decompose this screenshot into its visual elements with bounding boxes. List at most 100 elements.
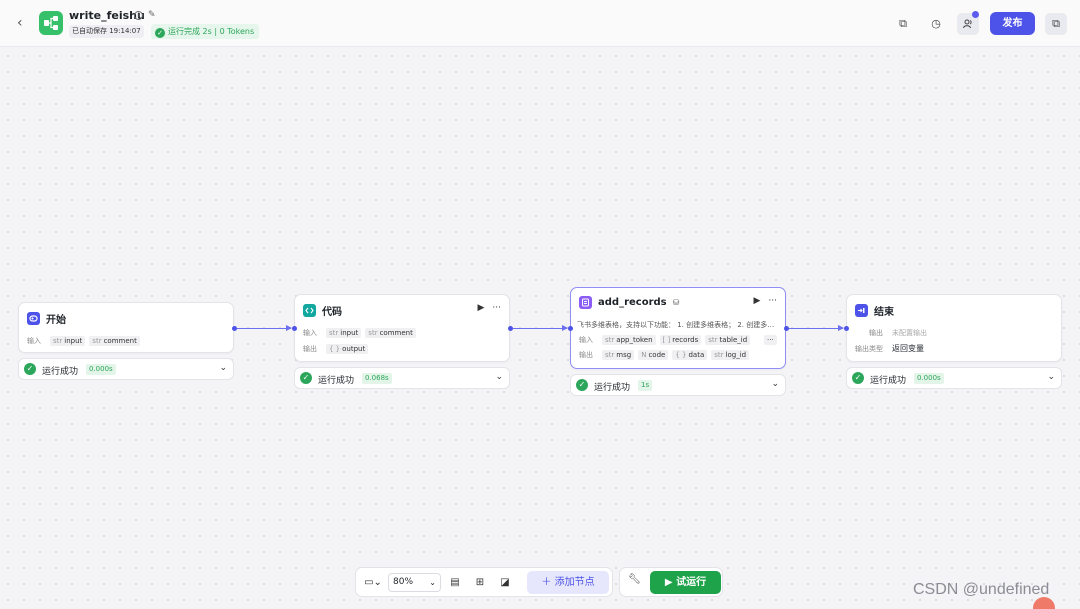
add-records-node[interactable]: add_records ⛁ ▶ ··· 飞书多维表格，支持以下功能： 1. 创建… (568, 287, 789, 369)
input-port[interactable] (568, 326, 573, 331)
var-tag: str input (326, 328, 362, 338)
start-node[interactable]: 开始 输入 str input str comment (18, 302, 237, 353)
input-label: 输入 (27, 337, 41, 345)
avatar (1033, 597, 1055, 609)
end-output-row: 输出 未配置输出 (869, 328, 927, 338)
duplicate-icon[interactable]: ⧉ (1045, 13, 1067, 35)
input-label: 输入 (579, 336, 593, 344)
add-records-node-title: add_records ⛁ (579, 296, 679, 309)
code-icon (303, 304, 316, 317)
back-arrow-icon[interactable]: ‹ (17, 15, 31, 31)
publish-button[interactable]: 发布 (990, 12, 1035, 35)
collaborators-button[interactable] (957, 11, 979, 35)
success-check-icon: ✓ (852, 372, 864, 384)
history-icon[interactable]: ◷ (925, 13, 947, 35)
watermark: CSDN @undefined (913, 581, 1050, 598)
code-input-row: 输入 str input str comment (303, 328, 416, 338)
copy-icon[interactable]: ⧉ (892, 13, 914, 35)
success-check-icon: ✓ (24, 363, 36, 375)
success-check-icon: ✓ (576, 379, 588, 391)
result-time-badge: 0.000s (86, 364, 116, 375)
output-label: 输出 (303, 345, 317, 353)
top-header: ‹ write_feishu i ✎ 已自动保存 19:14:07 ✓ 运行完成 … (0, 0, 1080, 47)
result-time-badge: 0.000s (914, 373, 944, 384)
output-port[interactable] (508, 326, 513, 331)
code-node[interactable]: 代码 ▶ ··· 输入 str input str comment 输出 { } ou… (292, 294, 513, 362)
notification-dot (972, 11, 979, 18)
add-node-label: 添加节点 (554, 577, 595, 588)
add-records-output-row: 输出 str msg Ncode { } data str log_id (579, 350, 750, 360)
code-result-bar[interactable]: ✓ 运行成功 0.068s ⌄ (294, 367, 510, 389)
image-icon[interactable]: ◪ (497, 574, 513, 592)
feishu-table-icon (579, 296, 592, 309)
layout-icon[interactable]: ⊞ (472, 574, 488, 592)
code-node-title: 代码 (303, 303, 342, 318)
input-port[interactable] (844, 326, 849, 331)
output-label: 输出 (579, 351, 593, 359)
result-label: 运行成功 (870, 376, 907, 386)
chevron-down-icon[interactable]: ⌄ (219, 363, 227, 373)
var-tag: { } output (326, 344, 369, 354)
chevron-down-icon[interactable]: ⌄ (771, 379, 779, 389)
autosave-badge: 已自动保存 19:14:07 (69, 25, 144, 38)
end-result-bar[interactable]: ✓ 运行成功 0.000s ⌄ (846, 367, 1062, 389)
end-node-title: 结束 (855, 303, 894, 318)
output-label: 输出 (869, 329, 883, 337)
chevron-down-icon: ⌄ (429, 578, 436, 587)
run-status-text: 运行完成 2s | 0 Tokens (168, 27, 255, 36)
database-icon: ⛁ (672, 298, 680, 307)
input-label: 输入 (303, 329, 317, 337)
chevron-down-icon[interactable]: ⌄ (495, 372, 503, 382)
edge-start-code (237, 325, 292, 331)
var-tag: str comment (365, 328, 416, 338)
end-output-type-row: 输出类型 返回变量 (855, 343, 924, 354)
start-input-row: 输入 str input str comment (27, 336, 140, 346)
add-records-node-label: add_records (598, 297, 667, 308)
add-records-result-bar[interactable]: ✓ 运行成功 1s ⌄ (570, 374, 786, 396)
chevron-down-icon[interactable]: ⌄ (1047, 372, 1055, 382)
end-icon (855, 304, 868, 317)
code-output-row: 输出 { } output (303, 344, 369, 354)
zoom-select[interactable]: 80% ⌄ (388, 573, 441, 592)
trial-run-button[interactable]: ▶ 试运行 (650, 571, 721, 594)
info-icon[interactable]: i (134, 11, 143, 20)
run-status-badge: ✓ 运行完成 2s | 0 Tokens (151, 24, 260, 39)
start-node-title: 开始 (27, 311, 66, 326)
var-tag: [ ] records (659, 335, 702, 345)
edit-icon[interactable]: ✎ (148, 10, 156, 20)
play-icon: ▶ (664, 577, 677, 588)
play-icon[interactable]: ▶ (753, 296, 760, 306)
result-label: 运行成功 (318, 376, 355, 386)
node-description: 飞书多维表格，支持以下功能： 1. 创建多维表格； 2. 创建多… (577, 321, 775, 329)
users-icon (963, 19, 972, 29)
more-inputs-icon[interactable]: ··· (764, 335, 777, 345)
result-label: 运行成功 (594, 383, 631, 393)
comment-icon[interactable]: ▤ (447, 574, 463, 592)
more-icon[interactable]: ··· (492, 303, 501, 313)
edge-code-add-records (513, 325, 568, 331)
play-icon[interactable]: ▶ (477, 303, 484, 313)
code-node-actions: ▶ ··· (477, 303, 501, 313)
more-icon[interactable]: ··· (768, 296, 777, 306)
success-check-icon: ✓ (300, 372, 312, 384)
output-port[interactable] (232, 326, 237, 331)
edge-add-records-end (789, 325, 844, 331)
var-tag: str input (50, 336, 86, 346)
var-tag: Ncode (638, 350, 669, 360)
input-port[interactable] (292, 326, 297, 331)
wrench-icon[interactable]: 🔧︎ (628, 574, 641, 585)
workflow-app-icon (39, 11, 63, 35)
add-records-input-row: 输入 str app_token [ ] records str table_id (579, 335, 751, 345)
end-node[interactable]: 结束 输出 未配置输出 输出类型 返回变量 (844, 294, 1062, 362)
var-tag: { } data (672, 350, 708, 360)
minimap-icon[interactable]: ▭⌄ (362, 574, 384, 592)
result-time-badge: 0.068s (362, 373, 392, 384)
end-node-label: 结束 (874, 307, 894, 318)
add-records-node-actions: ▶ ··· (753, 296, 777, 306)
start-icon (27, 312, 40, 325)
var-tag: str table_id (705, 335, 751, 345)
add-node-button[interactable]: ＋ 添加节点 (527, 571, 609, 594)
result-label: 运行成功 (42, 367, 79, 377)
start-result-bar[interactable]: ✓ 运行成功 0.000s ⌄ (18, 358, 234, 380)
output-port[interactable] (784, 326, 789, 331)
